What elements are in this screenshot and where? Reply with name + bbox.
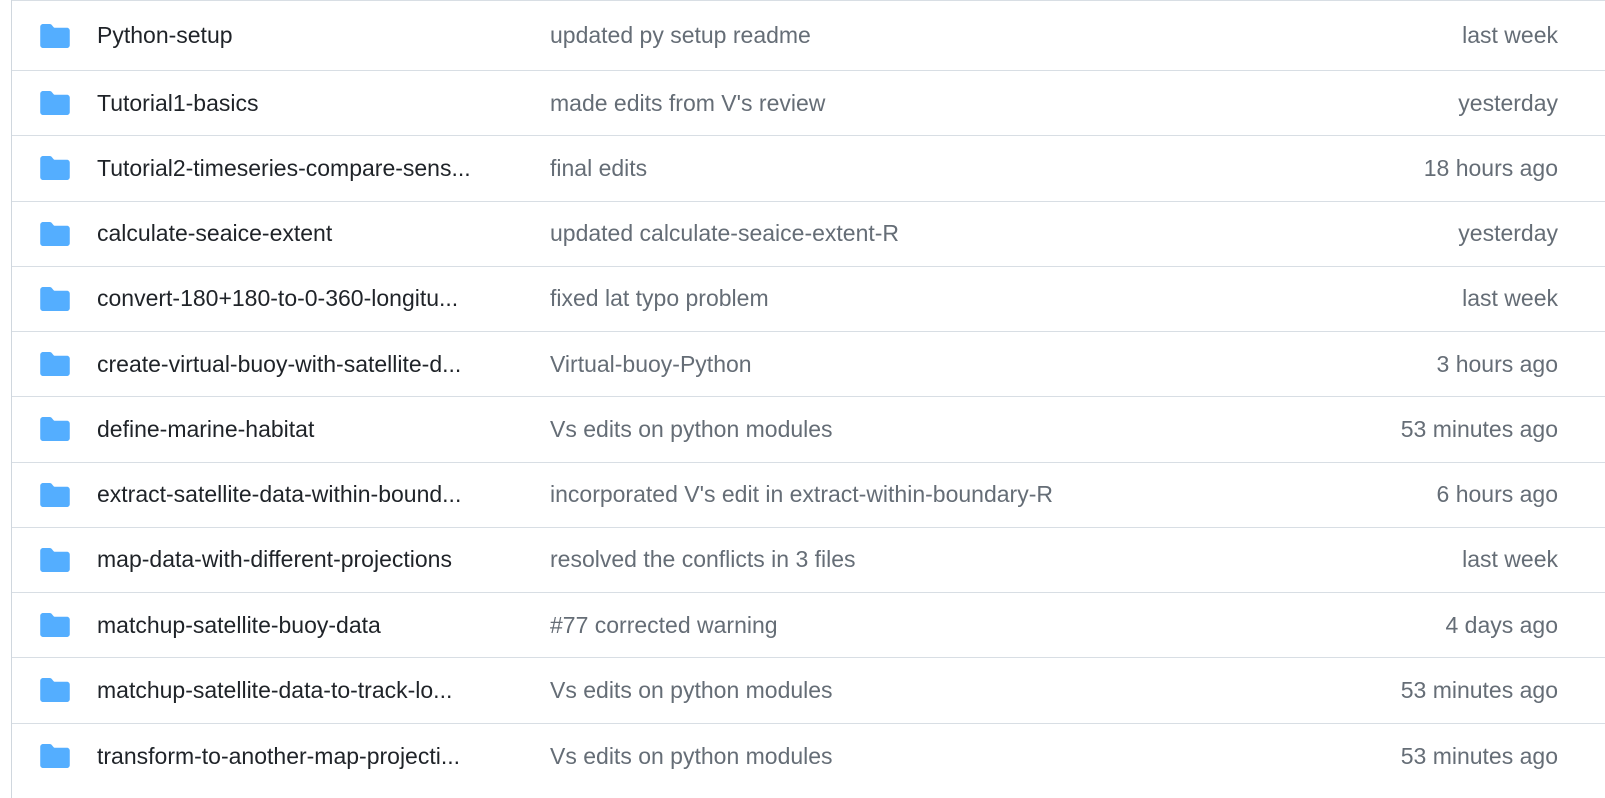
folder-icon bbox=[40, 286, 70, 311]
commit-age: yesterday bbox=[1458, 89, 1558, 116]
file-row[interactable]: Tutorial1-basics made edits from V's revi… bbox=[12, 71, 1605, 137]
commit-age: 4 days ago bbox=[1445, 611, 1558, 638]
commit-age: 53 minutes ago bbox=[1400, 742, 1558, 769]
folder-name-link[interactable]: matchup-satellite-data-to-track-lo... bbox=[97, 677, 452, 704]
commit-message-link[interactable]: incorporated V's edit in extract-within-… bbox=[550, 481, 1053, 508]
folder-icon bbox=[40, 744, 70, 769]
commit-message-link[interactable]: final edits bbox=[550, 155, 647, 182]
folder-icon bbox=[40, 352, 70, 377]
file-list: Python-setup updated py setup readme last … bbox=[11, 0, 1605, 798]
commit-message-link[interactable]: updated calculate-seaice-extent-R bbox=[550, 220, 899, 247]
commit-age: last week bbox=[1462, 546, 1558, 573]
folder-name-link[interactable]: map-data-with-different-projections bbox=[97, 546, 452, 573]
file-row[interactable]: extract-satellite-data-within-bound... in… bbox=[12, 463, 1605, 528]
commit-age: 3 hours ago bbox=[1436, 350, 1558, 377]
file-row[interactable]: matchup-satellite-buoy-data #77 corrected… bbox=[12, 593, 1605, 659]
folder-name-link[interactable]: convert-180+180-to-0-360-longitu... bbox=[97, 285, 458, 312]
file-row[interactable]: Tutorial2-timeseries-compare-sens... fina… bbox=[12, 136, 1605, 202]
file-row[interactable]: calculate-seaice-extent updated calculate… bbox=[12, 202, 1605, 267]
commit-age: 18 hours ago bbox=[1423, 154, 1558, 181]
file-row[interactable]: convert-180+180-to-0-360-longitu... fixed… bbox=[12, 267, 1605, 332]
file-row[interactable]: transform-to-another-map-projecti... Vs e… bbox=[12, 724, 1605, 789]
folder-icon bbox=[40, 23, 70, 48]
folder-icon bbox=[40, 221, 70, 246]
folder-name-link[interactable]: transform-to-another-map-projecti... bbox=[97, 743, 460, 770]
folder-icon bbox=[40, 547, 70, 572]
file-row[interactable]: define-marine-habitat Vs edits on python … bbox=[12, 397, 1605, 463]
file-row[interactable]: map-data-with-different-projections resol… bbox=[12, 528, 1605, 593]
commit-message-link[interactable]: Vs edits on python modules bbox=[550, 743, 833, 770]
commit-message-link[interactable]: made edits from V's review bbox=[550, 90, 825, 117]
commit-age: last week bbox=[1462, 285, 1558, 312]
folder-name-link[interactable]: matchup-satellite-buoy-data bbox=[97, 612, 381, 639]
commit-message-link[interactable]: resolved the conflicts in 3 files bbox=[550, 546, 856, 573]
commit-age: last week bbox=[1462, 22, 1558, 48]
folder-icon bbox=[40, 678, 70, 703]
commit-message-link[interactable]: Vs edits on python modules bbox=[550, 677, 833, 704]
folder-name-link[interactable]: extract-satellite-data-within-bound... bbox=[97, 481, 461, 508]
commit-message-link[interactable]: Vs edits on python modules bbox=[550, 416, 833, 443]
commit-message-link[interactable]: #77 corrected warning bbox=[550, 612, 778, 639]
folder-icon bbox=[40, 91, 70, 116]
commit-message-link[interactable]: Virtual-buoy-Python bbox=[550, 351, 752, 378]
folder-icon bbox=[40, 156, 70, 181]
commit-age: 53 minutes ago bbox=[1400, 415, 1558, 442]
folder-name-link[interactable]: Tutorial1-basics bbox=[97, 90, 258, 117]
commit-age: 6 hours ago bbox=[1436, 481, 1558, 508]
folder-icon bbox=[40, 482, 70, 507]
commit-message-link[interactable]: updated py setup readme bbox=[550, 22, 811, 49]
folder-name-link[interactable]: Python-setup bbox=[97, 22, 233, 49]
commit-age: 53 minutes ago bbox=[1400, 676, 1558, 703]
folder-icon bbox=[40, 417, 70, 442]
file-row[interactable]: matchup-satellite-data-to-track-lo... Vs … bbox=[12, 658, 1605, 724]
commit-age: yesterday bbox=[1458, 220, 1558, 247]
commit-message-link[interactable]: fixed lat typo problem bbox=[550, 285, 769, 312]
file-row[interactable]: Python-setup updated py setup readme last … bbox=[12, 0, 1605, 71]
folder-icon bbox=[40, 613, 70, 638]
folder-name-link[interactable]: calculate-seaice-extent bbox=[97, 220, 332, 247]
folder-name-link[interactable]: create-virtual-buoy-with-satellite-d... bbox=[97, 351, 461, 378]
folder-name-link[interactable]: define-marine-habitat bbox=[97, 416, 314, 443]
file-row[interactable]: create-virtual-buoy-with-satellite-d... V… bbox=[12, 332, 1605, 398]
folder-name-link[interactable]: Tutorial2-timeseries-compare-sens... bbox=[97, 155, 471, 182]
